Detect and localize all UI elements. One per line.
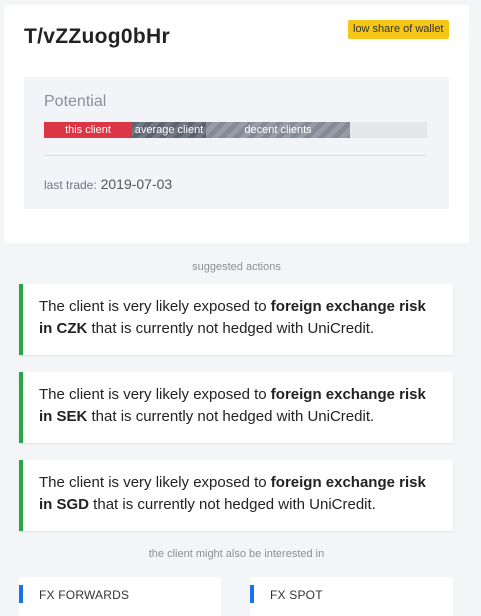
last-trade-value: 2019-07-03 [100, 176, 173, 192]
last-trade: last trade: 2019-07-03 [44, 176, 172, 192]
potential-panel: Potential this client average client dec… [24, 77, 449, 209]
wallet-share-badge: low share of wallet [348, 20, 449, 39]
decent-clients-segment: decent clients [206, 122, 350, 138]
action-card[interactable]: The client is very likely exposed to for… [19, 284, 453, 355]
suggestions-section: suggested actions The client is very lik… [4, 243, 469, 616]
action-card[interactable]: The client is very likely exposed to for… [19, 460, 453, 531]
last-trade-label: last trade: [44, 178, 97, 192]
action-card[interactable]: The client is very likely exposed to for… [19, 372, 453, 443]
product-label: FX SPOT [270, 588, 323, 602]
product-fx-spot[interactable]: FX SPOT [250, 577, 453, 616]
suggested-actions-title: suggested actions [192, 261, 281, 273]
client-name: T/vZZuog0bHr [24, 25, 170, 48]
product-fx-forwards[interactable]: FX FORWARDS [19, 577, 221, 616]
this-client-segment: this client [44, 122, 132, 138]
potential-label: Potential [44, 93, 107, 110]
action-text: The client is very likely exposed to for… [39, 386, 426, 425]
interests-title: the client might also be interested in [148, 548, 325, 560]
client-card: T/vZZuog0bHr low share of wallet Potenti… [4, 5, 469, 616]
potential-bar: this client average client decent client… [44, 122, 427, 138]
product-accent [250, 585, 254, 603]
action-text: The client is very likely exposed to for… [39, 474, 426, 513]
product-label: FX FORWARDS [39, 588, 130, 602]
product-accent [19, 585, 23, 603]
client-header: T/vZZuog0bHr low share of wallet Potenti… [4, 5, 469, 243]
average-client-segment: average client [132, 122, 206, 138]
divider [44, 155, 427, 156]
action-text: The client is very likely exposed to for… [39, 298, 426, 337]
